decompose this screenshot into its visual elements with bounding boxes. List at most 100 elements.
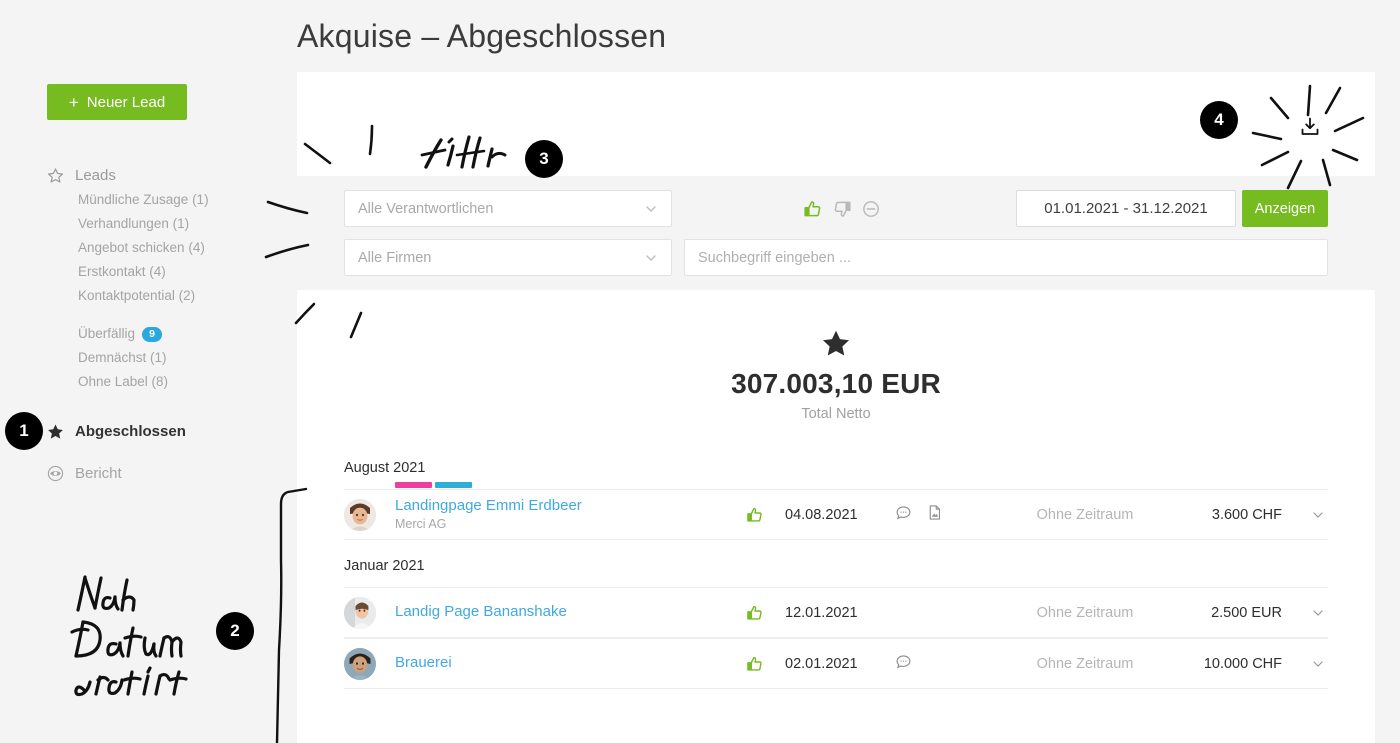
- total-star-icon: [297, 328, 1375, 363]
- status-badge: 9: [142, 326, 163, 342]
- sidebar-stage-list: Mündliche Zusage (1) Verhandlungen (1) A…: [0, 188, 297, 308]
- lead-title-link[interactable]: Landig Page Bananshake: [395, 603, 725, 621]
- sidebar-status-label: Demnächst (1): [78, 350, 167, 365]
- avatar: [344, 498, 376, 531]
- sidebar-closed-label: Abgeschlossen: [75, 422, 186, 440]
- star-filled-icon: [47, 423, 64, 440]
- marker-number: 1: [19, 421, 29, 440]
- star-outline-icon: [47, 167, 64, 184]
- sidebar-item-abgeschlossen[interactable]: Abgeschlossen: [0, 416, 297, 446]
- lead-main: Landig Page Bananshake: [395, 603, 725, 622]
- annotation-marker-4: 4: [1200, 101, 1238, 139]
- lead-title-link[interactable]: Landingpage Emmi Erdbeer: [395, 497, 725, 515]
- row-vote-icon[interactable]: [725, 655, 785, 673]
- plus-icon: +: [68, 92, 79, 112]
- row-vote-icon[interactable]: [725, 604, 785, 622]
- month-header: Januar 2021: [344, 558, 425, 574]
- table-row[interactable]: Brauerei 02.01.2021 Ohne Zeitraum 10.000…: [344, 638, 1328, 689]
- row-period: Ohne Zeitraum: [1036, 655, 1134, 672]
- sidebar-item-overdue[interactable]: Überfällig 9: [0, 322, 297, 346]
- search-input[interactable]: [684, 239, 1328, 276]
- sidebar-report-label: Bericht: [75, 464, 122, 482]
- lead-list: August 2021 Landingpage Emmi Erdbeer Mer…: [297, 460, 1375, 689]
- tag-pink: [395, 482, 432, 488]
- neutral-minus-icon[interactable]: [861, 199, 881, 219]
- row-expand-chevron[interactable]: [1282, 507, 1328, 523]
- tag-cyan: [435, 482, 472, 488]
- sidebar-item-stage[interactable]: Erstkontakt (4): [0, 260, 297, 284]
- filter-row-bottom: Alle Firmen: [344, 239, 1328, 276]
- date-range-field[interactable]: 01.01.2021 - 31.12.2021: [1016, 190, 1236, 227]
- row-amount: 2.500 EUR: [1211, 604, 1282, 621]
- row-period: Ohne Zeitraum: [1036, 604, 1134, 621]
- company-select-value: Alle Firmen: [358, 249, 432, 266]
- tag-list: [395, 482, 472, 488]
- row-expand-chevron[interactable]: [1282, 605, 1328, 621]
- sidebar-item-leads[interactable]: Leads: [0, 163, 297, 188]
- chevron-down-icon: [643, 250, 659, 266]
- sidebar-item-bericht[interactable]: Bericht: [0, 458, 297, 488]
- annotation-marker-3: 3: [525, 140, 563, 178]
- responsible-select[interactable]: Alle Verantwortlichen: [344, 190, 672, 227]
- lead-main: Brauerei: [395, 654, 725, 673]
- filter-row-top: Alle Verantwortlichen 01.01.2021 - 31.12…: [344, 190, 1328, 227]
- company-select[interactable]: Alle Firmen: [344, 239, 672, 276]
- main-panel: Alle Verantwortlichen 01.01.2021 - 31.12…: [297, 72, 1375, 743]
- sidebar-stage-label: Verhandlungen (1): [78, 216, 190, 231]
- row-amount: 10.000 CHF: [1203, 655, 1282, 672]
- comment-icon[interactable]: [895, 653, 912, 675]
- sidebar-stage-label: Kontaktpotential (2): [78, 288, 196, 303]
- comment-icon[interactable]: [895, 504, 912, 526]
- sidebar-status-label: Ohne Label (8): [78, 374, 169, 389]
- annotation-marker-1: 1: [5, 412, 43, 450]
- avatar: [344, 596, 376, 629]
- sidebar-stage-label: Mündliche Zusage (1): [78, 192, 209, 207]
- thumbs-down-icon[interactable]: [832, 199, 852, 219]
- sidebar-item-stage[interactable]: Angebot schicken (4): [0, 236, 297, 260]
- sidebar-item-stage[interactable]: Verhandlungen (1): [0, 212, 297, 236]
- responsible-select-value: Alle Verantwortlichen: [358, 200, 494, 217]
- sidebar-stage-label: Angebot schicken (4): [78, 240, 205, 255]
- thumbs-up-icon[interactable]: [803, 199, 823, 219]
- date-range-value: 01.01.2021 - 31.12.2021: [1044, 200, 1208, 217]
- report-eye-icon: [47, 465, 64, 482]
- sidebar-item-stage[interactable]: Mündliche Zusage (1): [0, 188, 297, 212]
- show-button[interactable]: Anzeigen: [1242, 190, 1328, 227]
- table-row[interactable]: Landig Page Bananshake 12.01.2021 Ohne Z…: [344, 587, 1328, 638]
- total-label: Total Netto: [801, 406, 871, 422]
- row-vote-icon[interactable]: [725, 506, 785, 524]
- sidebar-leads-label: Leads: [75, 167, 116, 184]
- chevron-down-icon: [643, 201, 659, 217]
- total-amount: 307.003,10 EUR: [731, 368, 941, 399]
- month-header: August 2021: [344, 460, 426, 476]
- row-amount: 3.600 CHF: [1211, 506, 1282, 523]
- avatar: [344, 647, 376, 680]
- filter-bar: Alle Verantwortlichen 01.01.2021 - 31.12…: [297, 176, 1375, 290]
- row-icons: [895, 653, 985, 675]
- row-icons: [895, 504, 985, 526]
- page-title: Akquise – Abgeschlossen: [297, 18, 667, 54]
- new-lead-button[interactable]: + Neuer Lead: [47, 84, 187, 120]
- row-date: 04.08.2021: [785, 506, 858, 523]
- marker-number: 4: [1214, 110, 1224, 129]
- row-date: 12.01.2021: [785, 604, 858, 621]
- annotation-marker-2: 2: [216, 612, 254, 650]
- marker-number: 3: [539, 149, 549, 168]
- lead-title-link[interactable]: Brauerei: [395, 654, 725, 672]
- document-icon[interactable]: [926, 504, 943, 526]
- marker-number: 2: [230, 621, 240, 640]
- sidebar-item-nolabel[interactable]: Ohne Label (8): [0, 370, 297, 394]
- lead-main: Landingpage Emmi Erdbeer Merci AG: [395, 482, 725, 532]
- table-row[interactable]: Landingpage Emmi Erdbeer Merci AG 04.08.…: [344, 482, 1328, 540]
- row-expand-chevron[interactable]: [1282, 656, 1328, 672]
- new-lead-label: Neuer Lead: [86, 93, 166, 111]
- vote-filter-group: [803, 199, 881, 219]
- sidebar-status-list: Überfällig 9 Demnächst (1) Ohne Label (8…: [0, 322, 297, 394]
- totals-block: 307.003,10 EUR Total Netto: [297, 290, 1375, 422]
- lead-company: Merci AG: [395, 517, 447, 531]
- sidebar-stage-label: Erstkontakt (4): [78, 264, 166, 279]
- sidebar-item-upcoming[interactable]: Demnächst (1): [0, 346, 297, 370]
- sidebar-nav: Leads Mündliche Zusage (1) Verhandlungen…: [0, 163, 297, 488]
- sidebar-item-stage[interactable]: Kontaktpotential (2): [0, 284, 297, 308]
